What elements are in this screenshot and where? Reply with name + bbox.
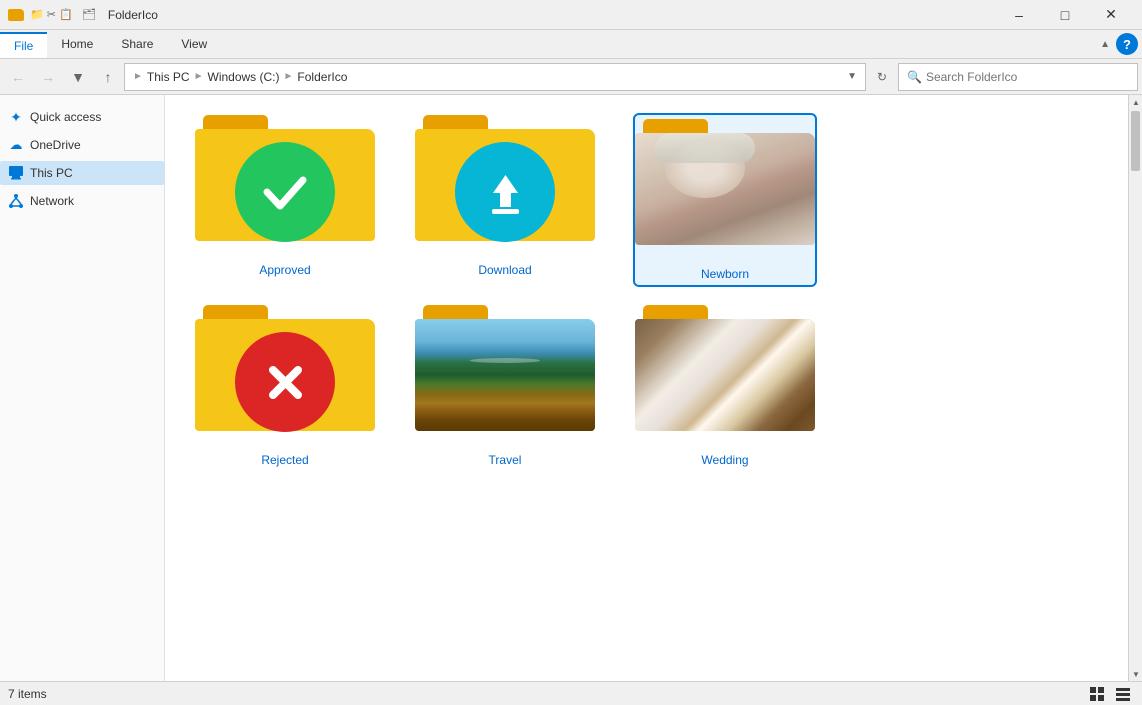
grid-view-button[interactable] [1086, 683, 1108, 705]
folder-rejected[interactable]: Rejected [195, 305, 375, 467]
folder-name-newborn: Newborn [701, 267, 749, 281]
sidebar-label-this-pc: This PC [30, 166, 73, 180]
sidebar-section-thispc: This PC [0, 159, 164, 187]
folder-shape-download [415, 115, 595, 255]
folder-newborn[interactable]: Newborn [635, 115, 815, 285]
close-button[interactable]: ✕ [1088, 0, 1134, 30]
folder-wedding[interactable]: Wedding [635, 305, 815, 467]
minimize-button[interactable]: – [996, 0, 1042, 30]
window-controls: – □ ✕ [996, 0, 1134, 30]
photo-wedding [635, 319, 815, 431]
scrollbar[interactable]: ▲ ▼ [1128, 95, 1142, 681]
content-area: Approved [165, 95, 1128, 681]
sidebar: ✦ Quick access ☁ OneDrive This PC [0, 95, 165, 681]
sidebar-section-network: Network [0, 187, 164, 215]
title-bar-title: FolderIco [108, 8, 158, 22]
title-bar-left: 📁 ✂ 📋 🗂 FolderIco [8, 8, 158, 22]
sidebar-label-onedrive: OneDrive [30, 138, 81, 152]
status-bar: 7 items [0, 681, 1142, 705]
scroll-down-button[interactable]: ▼ [1129, 667, 1142, 681]
sidebar-label-network: Network [30, 194, 74, 208]
folder-name-rejected: Rejected [261, 453, 308, 467]
breadcrumb-folderico: FolderIco [297, 70, 347, 84]
folder-name-approved: Approved [259, 263, 310, 277]
folder-download[interactable]: Download [415, 115, 595, 285]
search-icon: 🔍 [907, 70, 922, 84]
back-button[interactable]: ← [4, 63, 32, 91]
folder-shape-rejected [195, 305, 375, 445]
sidebar-label-quick-access: Quick access [30, 110, 101, 124]
star-icon: ✦ [8, 109, 24, 125]
folder-wrapper-approved [195, 115, 375, 255]
sidebar-item-onedrive[interactable]: ☁ OneDrive [0, 133, 164, 157]
folder-grid-row1: Approved [195, 115, 1098, 285]
folder-wrapper-newborn [635, 119, 815, 259]
address-dropdown-icon: ▼ [847, 71, 857, 82]
photo-newborn [635, 133, 815, 245]
sidebar-section-quickaccess: ✦ Quick access [0, 103, 164, 131]
refresh-button[interactable]: ↻ [868, 63, 896, 91]
breadcrumb-arrow: ► [133, 71, 143, 82]
status-right [1086, 683, 1134, 705]
folder-shape-newborn [635, 119, 815, 259]
folder-wrapper-wedding [635, 305, 815, 445]
tab-file[interactable]: File [0, 32, 47, 58]
cloud-icon: ☁ [8, 137, 24, 153]
breadcrumb-sep2: ► [284, 71, 294, 82]
folder-shape-wedding [635, 305, 815, 445]
sidebar-item-network[interactable]: Network [0, 189, 164, 213]
folder-shape-travel [415, 305, 595, 445]
sidebar-section-onedrive: ☁ OneDrive [0, 131, 164, 159]
help-button[interactable]: ? [1116, 33, 1138, 55]
breadcrumb-sep1: ► [194, 71, 204, 82]
folder-wrapper-travel [415, 305, 595, 445]
rejected-x-icon [235, 332, 335, 432]
folder-name-wedding: Wedding [701, 453, 748, 467]
address-bar-row: ← → ▼ ↑ ► This PC ► Windows (C:) ► Folde… [0, 59, 1142, 95]
photo-travel [415, 319, 595, 431]
folder-wrapper-rejected [195, 305, 375, 445]
address-box[interactable]: ► This PC ► Windows (C:) ► FolderIco ▼ [124, 63, 866, 91]
tab-view[interactable]: View [167, 30, 221, 58]
download-icon [455, 142, 555, 242]
dropdown-button[interactable]: ▼ [64, 63, 92, 91]
search-input[interactable] [926, 70, 1129, 84]
approved-check-icon [235, 142, 335, 242]
scroll-track [1129, 109, 1142, 667]
sidebar-item-quick-access[interactable]: ✦ Quick access [0, 105, 164, 129]
scroll-up-button[interactable]: ▲ [1129, 95, 1142, 109]
title-bar-icons: 📁 ✂ 📋 🗂 [30, 8, 96, 21]
folder-name-download: Download [478, 263, 531, 277]
folder-shape-approved [195, 115, 375, 255]
list-view-button[interactable] [1112, 683, 1134, 705]
tab-share[interactable]: Share [107, 30, 167, 58]
up-button[interactable]: ↑ [94, 63, 122, 91]
search-box[interactable]: 🔍 [898, 63, 1138, 91]
status-item-count: 7 items [8, 687, 47, 701]
folder-approved[interactable]: Approved [195, 115, 375, 285]
title-bar: 📁 ✂ 📋 🗂 FolderIco – □ ✕ [0, 0, 1142, 30]
computer-icon [8, 165, 24, 181]
main-layout: ✦ Quick access ☁ OneDrive This PC [0, 95, 1142, 681]
app-icon [8, 9, 24, 21]
folder-travel[interactable]: Travel [415, 305, 595, 467]
forward-button[interactable]: → [34, 63, 62, 91]
network-icon [8, 193, 24, 209]
tab-home[interactable]: Home [47, 30, 107, 58]
folder-grid-row2: Rejected [195, 305, 1098, 467]
sidebar-item-this-pc[interactable]: This PC [0, 161, 164, 185]
ribbon-collapse[interactable]: ▲ [1100, 39, 1110, 50]
ribbon: File Home Share View ▲ ? [0, 30, 1142, 59]
scroll-thumb[interactable] [1131, 111, 1140, 171]
folder-name-travel: Travel [489, 453, 522, 467]
ribbon-right: ▲ ? [1100, 30, 1142, 58]
ribbon-tabs: File Home Share View ▲ ? [0, 30, 1142, 58]
folder-wrapper-download [415, 115, 595, 255]
maximize-button[interactable]: □ [1042, 0, 1088, 30]
breadcrumb-windows: Windows (C:) [208, 70, 280, 84]
breadcrumb-thispc: This PC [147, 70, 190, 84]
